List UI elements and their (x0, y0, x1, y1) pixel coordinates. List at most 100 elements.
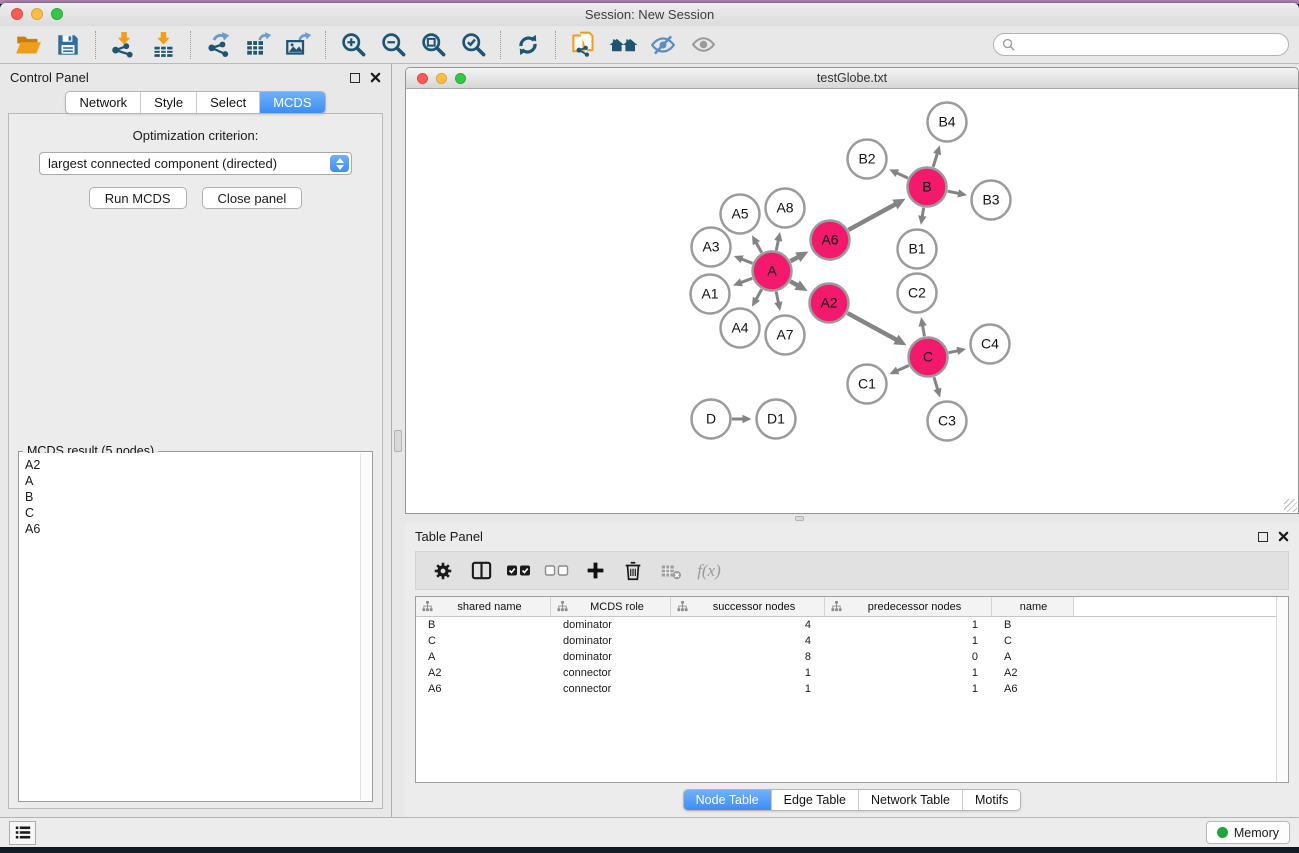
task-history-button[interactable] (9, 821, 36, 845)
graph-edge-B-B2[interactable] (889, 169, 908, 178)
graph-edge-A-A1[interactable] (733, 278, 752, 286)
table-cell[interactable]: A (416, 651, 551, 663)
table-cell[interactable]: 1 (671, 667, 825, 679)
close-window-button[interactable] (11, 8, 23, 20)
float-panel-icon[interactable] (350, 73, 360, 83)
graph-edge-A-A7[interactable] (774, 292, 782, 311)
table-cell[interactable]: 1 (825, 619, 992, 631)
table-row[interactable]: Bdominator41B (416, 617, 1288, 633)
split-panel-button[interactable] (462, 555, 500, 587)
tab-node-table[interactable]: Node Table (684, 790, 772, 810)
hide-visual-button[interactable] (643, 29, 683, 61)
table-cell[interactable]: C (992, 635, 1074, 647)
table-cell[interactable]: 1 (671, 683, 825, 695)
graph-edge-A-A4[interactable] (752, 289, 762, 306)
table-cell[interactable]: dominator (551, 619, 671, 631)
network-canvas[interactable]: B4B2BB3A5A8A6B1A3AC2A1A2A4A7CC4C1C3DD1 (406, 89, 1298, 513)
search-field[interactable] (993, 33, 1289, 56)
table-cell[interactable]: 4 (671, 619, 825, 631)
graph-edge-C-C4[interactable] (949, 347, 966, 355)
graph-node-B[interactable]: B (908, 168, 947, 207)
table-cell[interactable]: dominator (551, 651, 671, 663)
table-cell[interactable]: 4 (671, 635, 825, 647)
graph-node-D1[interactable]: D1 (757, 400, 796, 439)
column-header-successor-nodes[interactable]: successor nodes (671, 597, 825, 616)
table-row[interactable]: Adominator80A (416, 649, 1288, 665)
show-panels-button[interactable] (603, 29, 643, 61)
tab-network[interactable]: Network (66, 92, 141, 113)
table-cell[interactable]: connector (551, 667, 671, 679)
function-builder-button[interactable]: f(x) (690, 555, 728, 587)
zoom-in-button[interactable] (333, 29, 373, 61)
search-input[interactable] (1020, 37, 1280, 53)
memory-button[interactable]: Memory (1206, 821, 1290, 844)
table-cell[interactable]: 1 (825, 635, 992, 647)
table-scrollbar[interactable] (1276, 597, 1288, 782)
tab-motifs[interactable]: Motifs (963, 790, 1020, 810)
table-cell[interactable]: A2 (416, 667, 551, 679)
graph-edge-C-C2[interactable] (919, 317, 927, 336)
graph-node-A3[interactable]: A3 (692, 228, 731, 267)
graph-node-C4[interactable]: C4 (971, 325, 1010, 364)
graph-node-C2[interactable]: C2 (898, 274, 937, 313)
graph-node-A6[interactable]: A6 (811, 221, 850, 260)
run-mcds-button[interactable]: Run MCDS (89, 187, 187, 209)
tab-select[interactable]: Select (197, 92, 260, 113)
column-header-name[interactable]: name (992, 597, 1074, 616)
graph-edge-B-B4[interactable] (933, 145, 941, 167)
save-session-button[interactable] (48, 29, 88, 61)
tab-mcds[interactable]: MCDS (260, 92, 324, 113)
graph-edge-A2-C[interactable] (847, 313, 906, 345)
table-cell[interactable]: connector (551, 683, 671, 695)
splitter-handle[interactable] (394, 430, 402, 452)
table-settings-button[interactable] (424, 555, 462, 587)
close-panel-icon[interactable] (1278, 531, 1289, 542)
show-visual-button[interactable] (683, 29, 723, 61)
result-item[interactable]: B (20, 489, 360, 505)
graph-node-A[interactable]: A (753, 252, 792, 291)
table-row[interactable]: Cdominator41C (416, 633, 1288, 649)
table-cell[interactable]: B (416, 619, 551, 631)
close-network-button[interactable] (417, 73, 428, 84)
table-cell[interactable]: 1 (825, 667, 992, 679)
close-panel-button[interactable]: Close panel (202, 187, 303, 209)
result-item[interactable]: A (20, 473, 360, 489)
table-row[interactable]: A6connector11A6 (416, 681, 1288, 697)
float-panel-icon[interactable] (1258, 532, 1268, 542)
create-column-button[interactable] (576, 555, 614, 587)
maximize-network-button[interactable] (455, 73, 466, 84)
graph-edge-C-C3[interactable] (933, 377, 941, 397)
table-row[interactable]: A2connector11A2 (416, 665, 1288, 681)
table-cell[interactable]: A6 (992, 683, 1074, 695)
table-cell[interactable]: dominator (551, 635, 671, 647)
maximize-window-button[interactable] (51, 8, 63, 20)
table-cell[interactable]: C (416, 635, 551, 647)
tab-edge-table[interactable]: Edge Table (772, 790, 859, 810)
open-file-button[interactable] (8, 29, 48, 61)
graph-node-C[interactable]: C (909, 338, 948, 377)
export-table-button[interactable] (238, 29, 278, 61)
table-cell[interactable]: A (992, 651, 1074, 663)
network-graph[interactable]: B4B2BB3A5A8A6B1A3AC2A1A2A4A7CC4C1C3DD1 (406, 89, 1298, 513)
select-all-columns-button[interactable] (500, 555, 538, 587)
close-panel-icon[interactable] (370, 72, 381, 83)
mcds-result-list[interactable]: A2ABCA6 (20, 453, 360, 800)
table-cell[interactable]: A6 (416, 683, 551, 695)
graph-node-A4[interactable]: A4 (721, 309, 760, 348)
table-cell[interactable]: A2 (992, 667, 1074, 679)
graph-edge-A-A3[interactable] (734, 255, 753, 263)
table-cell[interactable]: 8 (671, 651, 825, 663)
graph-edge-A6-B[interactable] (848, 199, 905, 230)
graph-node-C3[interactable]: C3 (928, 402, 967, 441)
refresh-layout-button[interactable] (508, 29, 548, 61)
criterion-select[interactable]: largest connected component (directed) (39, 152, 352, 175)
column-header-predecessor-nodes[interactable]: predecessor nodes (825, 597, 992, 616)
result-item[interactable]: A6 (20, 521, 360, 537)
delete-table-button[interactable] (652, 555, 690, 587)
graph-node-B2[interactable]: B2 (848, 140, 887, 179)
graph-node-D[interactable]: D (692, 400, 731, 439)
export-network-button[interactable] (198, 29, 238, 61)
table-cell[interactable]: B (992, 619, 1074, 631)
graph-edge-D-D1[interactable] (732, 415, 752, 423)
minimize-network-button[interactable] (436, 73, 447, 84)
